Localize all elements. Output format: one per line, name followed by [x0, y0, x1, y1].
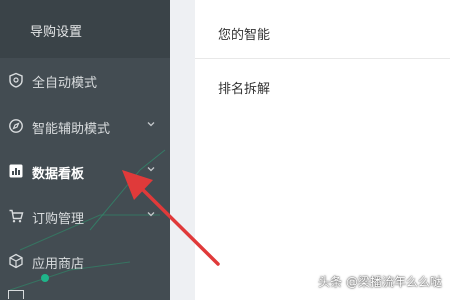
content-gutter	[170, 0, 195, 300]
sidebar-item-guide-settings[interactable]: 导购设置	[0, 0, 170, 58]
sidebar-item-app-store[interactable]: 应用商店	[0, 243, 170, 279]
chevron-down-icon	[147, 212, 155, 217]
cube-icon	[9, 253, 23, 269]
main-divider	[195, 58, 450, 59]
compass-icon	[9, 119, 23, 133]
sidebar-item-order-management[interactable]: 订购管理	[0, 198, 170, 234]
sidebar-item-smart-assist[interactable]: 智能辅助模式	[0, 108, 170, 144]
main-body-text: 排名拆解	[218, 82, 271, 97]
chevron-down-icon	[147, 122, 155, 127]
sidebar-item-label: 应用商店	[32, 257, 85, 272]
cart-icon	[9, 209, 24, 223]
sidebar-item-label: 全自动模式	[32, 76, 98, 91]
sidebar-top-label: 导购设置	[30, 25, 83, 40]
sidebar-item-label: 智能辅助模式	[32, 122, 111, 137]
sidebar-next-item-partial[interactable]	[8, 290, 48, 300]
sidebar-item-label: 订购管理	[32, 212, 85, 227]
sidebar: 导购设置 全自动模式 智能辅助模式 数据看板 订购管理 应用商店	[0, 0, 170, 300]
shield-icon	[9, 72, 23, 88]
sidebar-item-data-board[interactable]: 数据看板	[0, 153, 170, 189]
chevron-down-icon	[147, 167, 155, 172]
main-panel	[195, 0, 450, 300]
chart-board-icon	[9, 164, 23, 178]
sidebar-item-label: 数据看板	[32, 167, 85, 182]
main-heading-text: 您的智能	[218, 28, 271, 43]
sidebar-item-full-auto[interactable]: 全自动模式	[0, 62, 170, 98]
watermark-text: 头条 @梁播流年么么哒	[318, 275, 442, 289]
